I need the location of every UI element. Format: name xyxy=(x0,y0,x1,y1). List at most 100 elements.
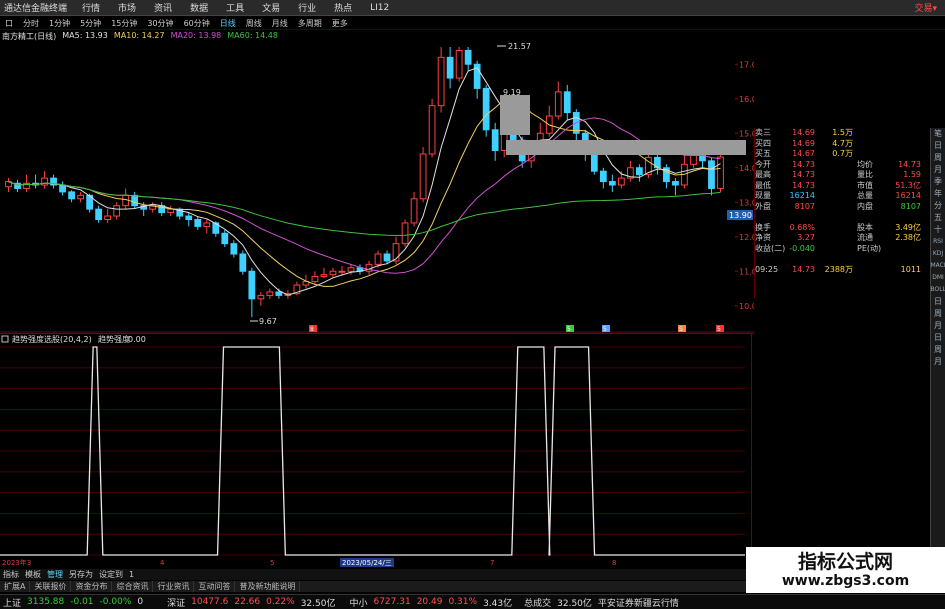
tab-news[interactable]: 综合资讯 xyxy=(112,581,154,592)
side-tab[interactable]: 周 xyxy=(931,308,945,320)
side-tab[interactable]: 年 xyxy=(931,188,945,200)
menu-item-redian[interactable]: 热点 xyxy=(325,1,361,14)
candle-body[interactable] xyxy=(338,270,346,273)
candle-body[interactable] xyxy=(455,49,463,79)
tab-related-quote[interactable]: 关联报价 xyxy=(30,581,72,592)
toolbar-set-to[interactable]: 设定到 xyxy=(96,569,126,580)
tab-industry-news[interactable]: 行业资讯 xyxy=(153,581,195,592)
candle-body[interactable] xyxy=(311,275,319,283)
period-30min[interactable]: 30分钟 xyxy=(142,18,178,29)
candle-body[interactable] xyxy=(266,291,274,296)
candle-body[interactable] xyxy=(131,194,139,207)
period-fenshi[interactable]: 分时 xyxy=(18,18,44,29)
side-tab[interactable]: 日 xyxy=(931,296,945,308)
candle-body[interactable] xyxy=(410,198,418,224)
candle-body[interactable] xyxy=(672,181,679,186)
candle-body[interactable] xyxy=(185,215,193,221)
candle-body[interactable] xyxy=(563,91,571,114)
side-tab[interactable]: 分 xyxy=(931,200,945,212)
candle-body[interactable] xyxy=(491,129,499,152)
period-more[interactable]: 更多 xyxy=(327,18,353,29)
candle-body[interactable] xyxy=(428,105,436,155)
tab-qa[interactable]: 互动问答 xyxy=(194,581,236,592)
candle-body[interactable] xyxy=(239,253,247,272)
candle-body[interactable] xyxy=(635,167,643,176)
candle-body[interactable] xyxy=(95,208,103,220)
candle-body[interactable] xyxy=(717,156,724,189)
sh-index-label[interactable]: 上证 xyxy=(0,596,24,609)
toolbar-indicator[interactable]: 指标 xyxy=(0,569,22,580)
candle-body[interactable] xyxy=(374,253,382,265)
candle-body[interactable] xyxy=(446,56,454,79)
tab-extend-a[interactable]: 扩展A xyxy=(0,581,31,592)
candle-body[interactable] xyxy=(329,270,337,276)
candle-body[interactable] xyxy=(77,194,84,200)
candle-body[interactable] xyxy=(257,294,265,300)
candle-body[interactable] xyxy=(419,153,427,200)
candle-body[interactable] xyxy=(617,177,625,186)
toolbar-manage[interactable]: 管理 xyxy=(44,569,66,580)
menu-item-wenyi[interactable]: 文易 xyxy=(253,1,289,14)
tab-new-features[interactable]: 普及新功能说明 xyxy=(235,581,301,592)
news-ticker[interactable]: 平安证券新疆云行情 xyxy=(595,596,682,609)
side-tab[interactable]: DMI xyxy=(931,272,945,284)
period-weekly[interactable]: 周线 xyxy=(241,18,267,29)
trade-menu-button[interactable]: 交易▾ xyxy=(914,1,945,14)
toolbar-save-as[interactable]: 另存为 xyxy=(66,569,96,580)
candle-body[interactable] xyxy=(608,181,616,186)
candle-body[interactable] xyxy=(275,291,283,296)
candle-body[interactable] xyxy=(194,219,202,227)
side-tab[interactable]: 周 xyxy=(931,344,945,356)
period-60min[interactable]: 60分钟 xyxy=(179,18,215,29)
candle-body[interactable] xyxy=(599,170,607,183)
candle-body[interactable] xyxy=(401,222,409,245)
period-multi[interactable]: 多周期 xyxy=(293,18,327,29)
candle-body[interactable] xyxy=(320,274,328,277)
menu-item-gongju[interactable]: 工具 xyxy=(217,1,253,14)
side-tab[interactable]: 月 xyxy=(931,164,945,176)
tab-fund-distribution[interactable]: 资金分布 xyxy=(71,581,113,592)
side-tab[interactable]: MACD xyxy=(931,260,945,272)
candle-body[interactable] xyxy=(383,253,391,262)
toolbar-template[interactable]: 模板 xyxy=(22,569,44,580)
candle-body[interactable] xyxy=(464,49,472,65)
side-tab[interactable]: 日 xyxy=(931,140,945,152)
candle-body[interactable] xyxy=(230,243,238,255)
zx-index-label[interactable]: 中小 xyxy=(346,596,370,609)
side-tab[interactable]: 日 xyxy=(931,332,945,344)
candle-body[interactable] xyxy=(437,56,445,107)
side-tab[interactable]: KDJ xyxy=(931,248,945,260)
period-15min[interactable]: 15分钟 xyxy=(106,18,142,29)
sz-index-label[interactable]: 深证 xyxy=(164,596,188,609)
side-tab[interactable]: 周 xyxy=(931,152,945,164)
candle-body[interactable] xyxy=(104,215,112,221)
period-1min[interactable]: 1分钟 xyxy=(44,18,75,29)
indicator-chart[interactable]: 1.000.900.800.700.600.500.400.300.200.10… xyxy=(0,333,754,568)
side-tab[interactable]: 月 xyxy=(931,356,945,368)
side-tab[interactable]: 月 xyxy=(931,320,945,332)
side-tab[interactable]: RSI xyxy=(931,236,945,248)
menu-item-hangqing[interactable]: 行情 xyxy=(73,1,109,14)
period-daily[interactable]: 日线 xyxy=(215,18,241,29)
menu-item-hangye[interactable]: 行业 xyxy=(289,1,325,14)
candle-body[interactable] xyxy=(221,232,229,245)
menu-item-shuju[interactable]: 数据 xyxy=(181,1,217,14)
menu-item-shichang[interactable]: 市场 xyxy=(109,1,145,14)
side-tab[interactable]: 季 xyxy=(931,176,945,188)
candle-body[interactable] xyxy=(68,191,75,200)
candle-body[interactable] xyxy=(708,160,715,189)
period-5min[interactable]: 5分钟 xyxy=(75,18,106,29)
side-tab[interactable]: 十 xyxy=(931,224,945,236)
period-monthly[interactable]: 月线 xyxy=(267,18,293,29)
candle-body[interactable] xyxy=(347,267,355,272)
candlestick-chart[interactable]: 17.00 16.00 15.00 14.00 13.00 12.00 11.00 10.00… xyxy=(0,43,754,333)
side-tab[interactable]: BOLL xyxy=(931,284,945,296)
candle-body[interactable] xyxy=(59,184,66,193)
candle-body[interactable] xyxy=(203,222,211,227)
menu-item-li12[interactable]: LI12 xyxy=(361,3,398,13)
candle-body[interactable] xyxy=(113,205,121,217)
menu-item-zixun[interactable]: 资讯 xyxy=(145,1,181,14)
period-icon[interactable]: 口 xyxy=(0,18,18,29)
candle-body[interactable] xyxy=(248,270,256,300)
side-tab[interactable]: 五 xyxy=(931,212,945,224)
